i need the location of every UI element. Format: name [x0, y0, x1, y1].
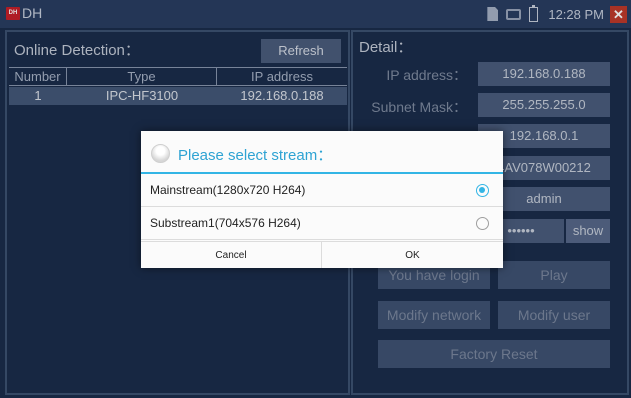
select-stream-dialog: Please select stream： Mainstream(1280x72… [141, 131, 503, 268]
dialog-info-icon [151, 144, 170, 163]
dialog-title: Please select stream： [178, 147, 333, 164]
ok-button[interactable]: OK [322, 241, 503, 268]
stream-option-mainstream[interactable]: Mainstream(1280x720 H264) [141, 174, 503, 207]
stream-option-substream[interactable]: Substream1(704x576 H264) [141, 207, 503, 240]
radio-unselected-icon[interactable] [476, 217, 489, 230]
option-label: Substream1(704x576 H264) [150, 216, 301, 230]
option-label: Mainstream(1280x720 H264) [150, 183, 306, 197]
dialog-header: Please select stream： [141, 131, 503, 174]
radio-selected-icon[interactable] [476, 184, 489, 197]
cancel-button[interactable]: Cancel [141, 241, 322, 268]
